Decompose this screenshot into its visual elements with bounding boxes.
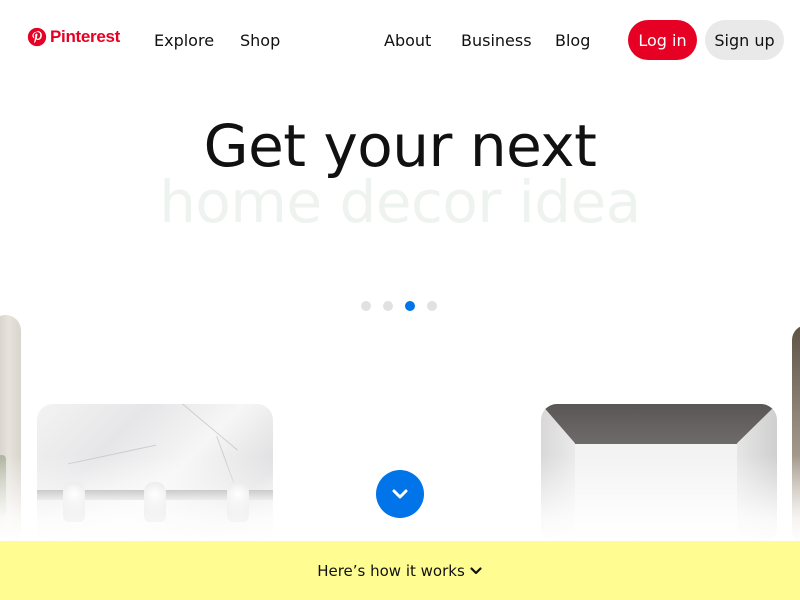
pin-image-plant[interactable] bbox=[0, 315, 21, 545]
plant-leaf-graphic bbox=[0, 455, 6, 515]
pin-image-marble-hooks[interactable] bbox=[37, 404, 273, 544]
nav-business-link[interactable]: Business bbox=[461, 31, 532, 50]
nav-about-link[interactable]: About bbox=[384, 31, 431, 50]
logo-wordmark: Pinterest bbox=[50, 27, 121, 46]
hero-rotating-subheadline: home decor idea bbox=[159, 168, 641, 236]
pin-image-wood[interactable] bbox=[792, 325, 800, 545]
carousel-dot[interactable] bbox=[427, 301, 437, 311]
chevron-down-icon bbox=[392, 489, 408, 499]
hook-knob bbox=[144, 482, 166, 522]
nav-explore-link[interactable]: Explore bbox=[154, 31, 214, 50]
niche-ceiling bbox=[541, 404, 777, 444]
marble-vein bbox=[67, 444, 157, 465]
nav-blog-link[interactable]: Blog bbox=[555, 31, 590, 50]
chevron-down-icon bbox=[470, 566, 482, 574]
how-it-works-banner[interactable]: Here’s how it works bbox=[0, 541, 800, 600]
hook-knob bbox=[63, 482, 85, 522]
carousel-dot[interactable] bbox=[383, 301, 393, 311]
how-it-works-label: Here’s how it works bbox=[317, 561, 465, 580]
carousel-dot-active[interactable] bbox=[405, 301, 415, 311]
carousel-dot[interactable] bbox=[361, 301, 371, 311]
nav-shop-link[interactable]: Shop bbox=[240, 31, 280, 50]
login-button[interactable]: Log in bbox=[628, 20, 697, 60]
hook-knob bbox=[227, 482, 249, 522]
top-nav-bar: Pinterest Explore Shop About Business Bl… bbox=[0, 0, 800, 80]
scroll-down-button[interactable] bbox=[376, 470, 424, 518]
carousel-indicator bbox=[361, 301, 437, 311]
pinterest-logo-icon bbox=[27, 27, 47, 47]
pin-image-wall-niche[interactable] bbox=[541, 404, 777, 544]
signup-button[interactable]: Sign up bbox=[705, 20, 784, 60]
pinterest-logo[interactable]: Pinterest bbox=[27, 27, 120, 47]
marble-vein bbox=[176, 404, 238, 451]
